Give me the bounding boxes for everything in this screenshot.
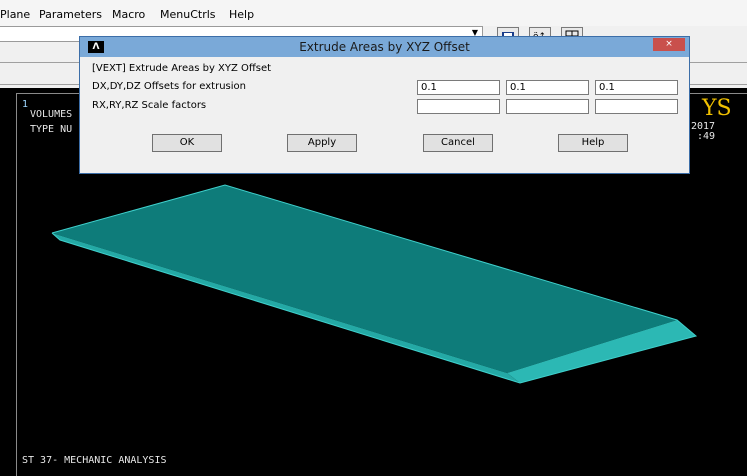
menu-bar: Plane Parameters Macro MenuCtrls Help xyxy=(0,0,747,26)
ok-button[interactable]: OK xyxy=(152,134,222,152)
menu-help[interactable]: Help xyxy=(229,8,254,21)
dy-field[interactable] xyxy=(506,80,589,95)
dialog-titlebar[interactable]: Λ Extrude Areas by XYZ Offset × xyxy=(80,37,689,57)
offsets-label: DX,DY,DZ Offsets for extrusion xyxy=(92,81,246,92)
rz-field[interactable] xyxy=(595,99,678,114)
extrude-dialog: Λ Extrude Areas by XYZ Offset × [VEXT] E… xyxy=(79,36,690,174)
rx-field[interactable] xyxy=(417,99,500,114)
menu-plane[interactable]: Plane xyxy=(0,8,30,21)
cancel-button[interactable]: Cancel xyxy=(423,134,493,152)
plate-top-face xyxy=(52,185,677,373)
menu-menuctrls[interactable]: MenuCtrls xyxy=(160,8,216,21)
menu-macro[interactable]: Macro xyxy=(112,8,145,21)
dz-field[interactable] xyxy=(595,80,678,95)
help-button[interactable]: Help xyxy=(558,134,628,152)
ry-field[interactable] xyxy=(506,99,589,114)
scale-factors-label: RX,RY,RZ Scale factors xyxy=(92,100,207,111)
plot-footer: ST 37- MECHANIC ANALYSIS xyxy=(22,455,167,466)
apply-button[interactable]: Apply xyxy=(287,134,357,152)
menu-parameters[interactable]: Parameters xyxy=(39,8,102,21)
close-button[interactable]: × xyxy=(653,38,685,51)
dialog-header: [VEXT] Extrude Areas by XYZ Offset xyxy=(92,63,272,74)
dialog-title: Extrude Areas by XYZ Offset xyxy=(299,40,470,54)
dx-field[interactable] xyxy=(417,80,500,95)
